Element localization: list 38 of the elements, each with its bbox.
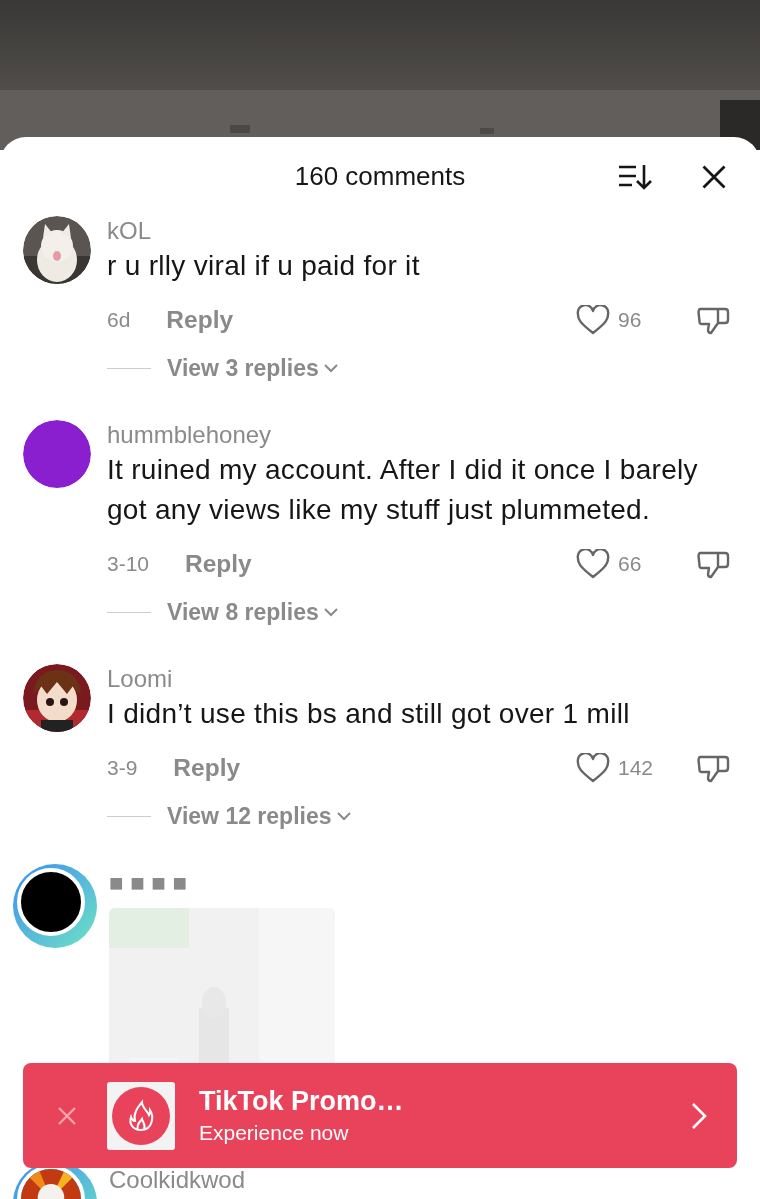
- view-replies-button[interactable]: View 12 replies: [167, 802, 352, 830]
- view-replies-button[interactable]: View 3 replies: [167, 354, 339, 382]
- heart-icon[interactable]: [576, 753, 610, 783]
- banner-subtitle: Experience now: [199, 1121, 350, 1145]
- close-button[interactable]: [702, 164, 726, 189]
- close-icon: [57, 1105, 77, 1126]
- username[interactable]: kOL: [107, 216, 151, 246]
- like-count: 142: [618, 756, 654, 780]
- comment-date: 3-10: [107, 552, 150, 576]
- comment-text: r u rlly viral if u paid for it: [107, 249, 421, 283]
- avatar[interactable]: [17, 868, 85, 936]
- sort-button[interactable]: [618, 163, 652, 190]
- like-count: 66: [618, 552, 642, 576]
- username[interactable]: ■ ■ ■ ■: [109, 868, 187, 898]
- reply-button[interactable]: Reply: [166, 306, 234, 334]
- chevron-down-icon: [322, 607, 339, 617]
- sort-icon: [618, 163, 652, 190]
- comment-date: 3-9: [107, 756, 138, 780]
- like-count: 96: [618, 308, 642, 332]
- chevron-right-button[interactable]: [691, 1101, 707, 1130]
- heart-icon[interactable]: [576, 549, 610, 579]
- username[interactable]: Loomi: [107, 664, 173, 694]
- username[interactable]: hummblehoney: [107, 420, 272, 450]
- username[interactable]: Coolkidkwod: [109, 1165, 246, 1195]
- comments-title: 160 comments: [294, 161, 466, 192]
- reply-button[interactable]: Reply: [173, 754, 241, 782]
- reply-button[interactable]: Reply: [185, 550, 252, 578]
- heart-icon[interactable]: [576, 305, 610, 335]
- comment-text: It ruined my account. After I did it once I barely got any views like my stuff just plummeted.: [107, 453, 699, 527]
- chevron-right-icon: [691, 1101, 707, 1130]
- comment-text: I didn’t use this bs and still got over 1 mill: [107, 697, 631, 731]
- promo-toast[interactable]: TikTok Promo… Experience now: [23, 1063, 737, 1168]
- chevron-down-icon: [335, 811, 352, 821]
- comment-date: 6d: [107, 308, 131, 332]
- close-icon: [702, 164, 726, 189]
- banner-title: TikTok Promo…: [199, 1086, 405, 1117]
- view-replies-button[interactable]: View 8 replies: [167, 598, 339, 626]
- chevron-down-icon: [322, 363, 339, 373]
